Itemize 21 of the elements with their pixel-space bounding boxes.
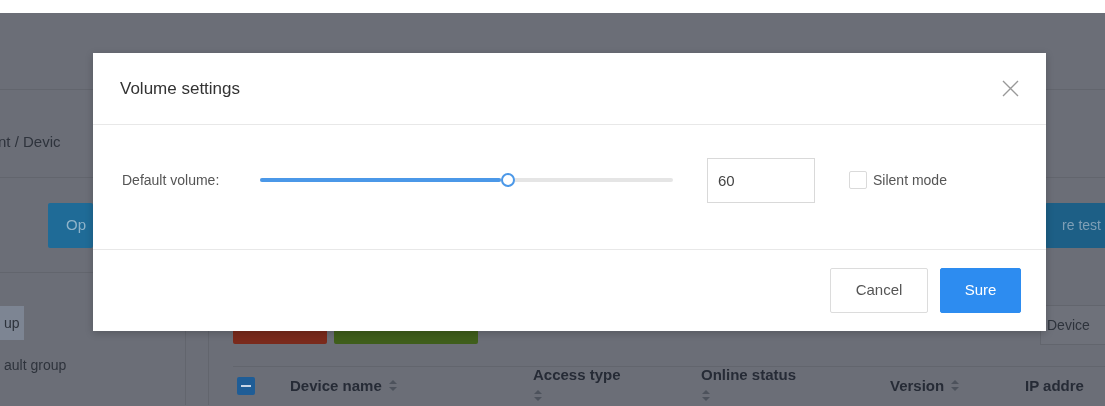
close-icon xyxy=(1002,80,1019,97)
silent-mode-checkbox[interactable] xyxy=(849,171,867,189)
field-label: Default volume: xyxy=(122,170,221,190)
close-button[interactable] xyxy=(1000,78,1021,99)
dialog-title: Volume settings xyxy=(120,77,240,100)
group-item[interactable]: up xyxy=(0,306,24,340)
volume-input[interactable]: 60 xyxy=(707,157,815,203)
select-all-checkbox[interactable] xyxy=(237,376,255,395)
column-header[interactable]: Access type xyxy=(533,364,621,387)
group-item[interactable]: ault group xyxy=(0,348,71,382)
device-search-field[interactable]: Device xyxy=(1040,305,1105,345)
column-header[interactable]: IP addre xyxy=(1025,374,1084,397)
sidebar-button[interactable]: Op xyxy=(48,203,93,248)
column-header[interactable]: Online status xyxy=(701,364,797,387)
column-header[interactable]: Device name xyxy=(290,374,382,397)
test-button[interactable]: re test xyxy=(1045,203,1105,248)
slider-thumb[interactable] xyxy=(500,173,515,187)
cancel-button[interactable]: Cancel xyxy=(830,268,928,313)
column-header[interactable]: Version xyxy=(890,374,945,397)
confirm-button[interactable]: Sure xyxy=(940,268,1021,313)
checkbox-label[interactable]: Silent mode xyxy=(873,169,947,191)
